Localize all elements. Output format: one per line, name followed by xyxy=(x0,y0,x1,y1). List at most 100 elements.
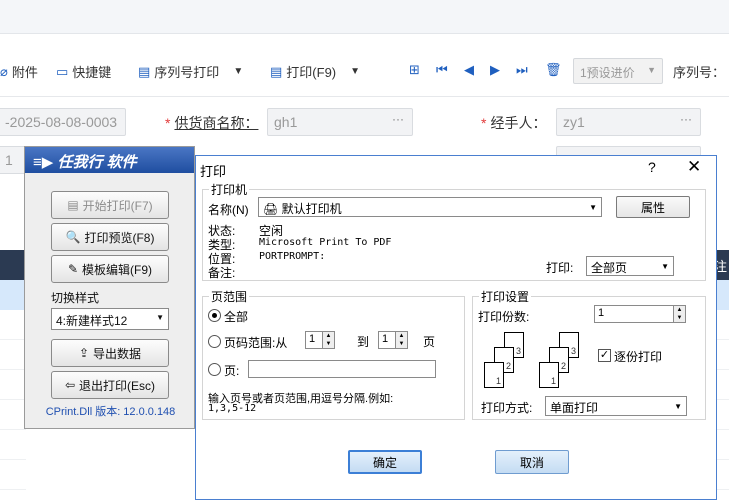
chevron-down-icon: ▼ xyxy=(661,262,669,271)
printer-select-value: 默认打印机 xyxy=(281,202,342,216)
template-edit-button[interactable]: ✎ 模板编辑(F9) xyxy=(51,255,169,283)
export-data-button[interactable]: ⇪ 导出数据 xyxy=(51,339,169,367)
row2-left-field[interactable]: 1 xyxy=(0,146,26,174)
print-what-select[interactable]: 全部页 ▼ xyxy=(586,256,674,276)
doc-number-value: -2025-08-08-0003 xyxy=(5,114,118,130)
next-page-icon[interactable]: ▶ xyxy=(490,62,500,78)
range-from-spinner[interactable]: 1 ▲ ▼ xyxy=(305,331,335,349)
print-settings-group-title: 打印设置 xyxy=(479,288,532,305)
collate-checkbox[interactable]: ✓ xyxy=(598,349,611,362)
dialog-title: 打印 xyxy=(200,164,227,179)
pages-radio[interactable] xyxy=(208,363,221,376)
exit-print-button[interactable]: ⇦ 退出打印(Esc) xyxy=(51,371,169,399)
help-icon[interactable]: ? xyxy=(648,159,656,175)
cprint-banner-text: 任我行 软件 xyxy=(57,154,137,171)
copies-label: 打印份数: xyxy=(478,310,530,324)
range-to-spinner[interactable]: 1 ▲ ▼ xyxy=(378,331,408,349)
spinner-arrows-icon[interactable]: ▲ ▼ xyxy=(322,332,334,348)
printer-icon: ▤ xyxy=(67,198,79,212)
close-icon[interactable]: ✕ xyxy=(687,157,701,177)
serial-print-button[interactable]: ▤ 序列号打印 ▼ xyxy=(138,62,243,81)
row2-left-value: 1 xyxy=(5,152,13,168)
ok-button[interactable]: 确定 xyxy=(348,450,422,474)
collate-label: 逐份打印 xyxy=(614,350,663,364)
printer-select[interactable]: 🖨 默认打印机 ▼ xyxy=(258,197,602,217)
style-select[interactable]: 4:新建样式12 ▼ xyxy=(51,308,169,330)
cancel-button[interactable]: 取消 xyxy=(495,450,569,474)
last-page-icon[interactable]: ⏭ xyxy=(516,62,528,78)
supplier-label-text[interactable]: 供货商名称： xyxy=(174,115,258,131)
preset-select[interactable]: 1预设进价 ▼ xyxy=(573,58,663,84)
print-label: 打印(F9) xyxy=(286,65,337,80)
chevron-down-icon: ▼ xyxy=(233,66,244,77)
switch-style-label: 切换样式 xyxy=(51,291,100,305)
printer-group-title: 打印机 xyxy=(209,181,250,198)
chevron-down-icon: ▼ xyxy=(350,66,361,77)
swoosh-icon: ≡▶ xyxy=(33,154,58,171)
more-icon[interactable]: ··· xyxy=(392,112,404,126)
chevron-down-icon: ▼ xyxy=(674,402,682,411)
range-radio[interactable] xyxy=(208,335,221,348)
range-label: 页码范围:从 xyxy=(224,336,288,350)
supplier-value: gh1 xyxy=(274,114,298,130)
divider xyxy=(0,96,729,97)
more-icon[interactable]: ··· xyxy=(680,112,692,126)
exit-print-label: 退出打印(Esc) xyxy=(79,378,156,393)
page-unit-label: 页 xyxy=(423,335,436,349)
printer-icon: ▤ xyxy=(270,63,283,79)
grid-left-edge xyxy=(0,250,26,500)
top-band xyxy=(0,0,729,34)
handler-field[interactable]: zy1 ··· xyxy=(556,108,701,136)
properties-button[interactable]: 属性 xyxy=(616,196,690,218)
type-value: Microsoft Print To PDF xyxy=(259,237,392,248)
template-edit-label: 模板编辑(F9) xyxy=(82,262,153,277)
print-dialog: 打印 ? ✕ 打印机 名称(N) 🖨 默认打印机 ▼ 属性 状态: 空闲 类型:… xyxy=(195,155,717,500)
required-mark: * xyxy=(481,115,487,131)
all-pages-radio[interactable] xyxy=(208,309,221,322)
supplier-field[interactable]: gh1 ··· xyxy=(267,108,413,136)
preset-select-value: 1预设进价 xyxy=(580,66,635,80)
printer-name-label: 名称(N) xyxy=(208,203,249,217)
ok-label: 确定 xyxy=(372,455,397,470)
handler-label: * 经手人： xyxy=(481,113,546,133)
preview-button[interactable]: 🔍 打印预览(F8) xyxy=(51,223,169,251)
required-mark: * xyxy=(165,115,171,131)
export-data-label: 导出数据 xyxy=(93,346,142,361)
range-to-value: 1 xyxy=(382,333,389,345)
pages-input[interactable] xyxy=(248,360,436,378)
serial-print-label: 序列号打印 xyxy=(154,65,220,80)
cprint-panel: ≡▶ 任我行 软件 ▤ 开始打印(F7) 🔍 打印预览(F8) ✎ 模板编辑(F… xyxy=(24,146,195,429)
print-button[interactable]: ▤ 打印(F9) ▼ xyxy=(270,62,360,81)
shortcuts-label: 快捷键 xyxy=(72,65,112,80)
printer-icon: ▤ xyxy=(138,63,151,79)
attachments-button[interactable]: ⌀ 附件 xyxy=(0,62,38,81)
print-mode-select[interactable]: 单面打印 ▼ xyxy=(545,396,687,416)
cprint-banner: ≡▶ 任我行 软件 xyxy=(25,147,194,173)
properties-label: 属性 xyxy=(640,200,665,215)
range-to-label: 到 xyxy=(357,335,370,349)
cancel-label: 取消 xyxy=(519,455,544,470)
spinner-arrows-icon[interactable]: ▲ ▼ xyxy=(395,332,407,348)
printer-icon: 🖨 xyxy=(263,202,282,216)
doc-number-field[interactable]: -2025-08-08-0003 xyxy=(0,108,126,136)
chevron-down-icon: ▼ xyxy=(647,65,656,75)
print-what-label: 打印: xyxy=(546,261,574,275)
shortcuts-button[interactable]: ▭ 快捷键 xyxy=(56,62,111,81)
print-mode-value: 单面打印 xyxy=(550,401,599,415)
chevron-down-icon: ▼ xyxy=(589,203,597,212)
exit-icon: ⇦ xyxy=(64,378,76,392)
add-icon[interactable]: ⊞ xyxy=(409,62,420,78)
spinner-arrows-icon[interactable]: ▲ ▼ xyxy=(673,306,685,322)
page-hint-line2: 1,3,5-12 xyxy=(208,403,257,414)
start-print-label: 开始打印(F7) xyxy=(82,198,153,213)
copies-spinner[interactable]: 1 ▲ ▼ xyxy=(594,305,686,323)
trash-icon[interactable]: 🗑 xyxy=(545,62,562,78)
magnifier-icon: 🔍 xyxy=(65,230,81,244)
version-label: CPrint.Dll 版本: 12.0.0.148 xyxy=(45,406,176,418)
serial-label: 序列号： xyxy=(673,65,726,80)
attachment-icon: ⌀ xyxy=(0,63,8,79)
start-print-button[interactable]: ▤ 开始打印(F7) xyxy=(51,191,169,219)
first-page-icon[interactable]: ⏮ xyxy=(436,62,448,78)
page-range-group-title: 页范围 xyxy=(209,288,250,305)
prev-page-icon[interactable]: ◀ xyxy=(464,62,474,78)
